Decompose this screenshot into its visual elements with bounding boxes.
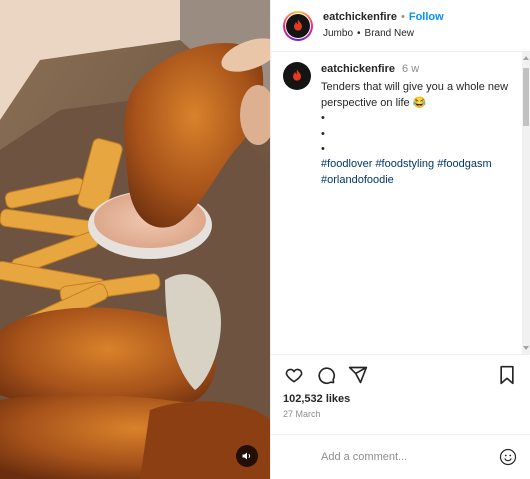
caption-bullet: • bbox=[321, 112, 325, 125]
caption-header: eatchickenfire 6 w bbox=[321, 62, 518, 77]
bookmark-icon[interactable] bbox=[496, 364, 518, 386]
scrollbar-thumb[interactable] bbox=[523, 68, 529, 126]
caption-avatar[interactable] bbox=[283, 62, 311, 90]
flame-icon bbox=[293, 69, 301, 81]
heart-icon[interactable] bbox=[283, 364, 305, 386]
scroll-up-icon[interactable] bbox=[523, 56, 529, 60]
action-bar bbox=[283, 355, 518, 395]
header-row: eatchickenfire • Follow bbox=[323, 11, 444, 24]
caption-bullet: • bbox=[321, 142, 325, 155]
hashtag-link[interactable]: #orlandofoodie bbox=[321, 174, 394, 186]
subtitle-separator: • bbox=[357, 27, 361, 39]
post-media[interactable] bbox=[0, 0, 270, 479]
subtitle-primary[interactable]: Jumbo bbox=[323, 28, 353, 40]
actions-area: 102,532 likes 27 March bbox=[271, 354, 530, 419]
comment-input[interactable] bbox=[319, 450, 498, 464]
profile-avatar[interactable] bbox=[283, 10, 313, 41]
header-separator: • bbox=[400, 11, 405, 24]
subtitle-secondary[interactable]: Brand New bbox=[365, 28, 414, 40]
emoji-icon[interactable] bbox=[498, 447, 518, 467]
comment-icon[interactable] bbox=[315, 364, 337, 386]
caption-text: Tenders that will give you a whole new p… bbox=[321, 81, 509, 109]
comment-box bbox=[271, 434, 530, 479]
post-sidebar: eatchickenfire • Follow Jumbo • Brand Ne… bbox=[270, 0, 530, 479]
caption: eatchickenfire 6 w Tenders that will giv… bbox=[283, 62, 518, 188]
header-username[interactable]: eatchickenfire bbox=[323, 11, 397, 24]
caption-time: 6 w bbox=[402, 63, 420, 75]
post-date: 27 March bbox=[283, 409, 321, 419]
speaker-icon bbox=[242, 452, 251, 460]
scroll-down-icon[interactable] bbox=[523, 346, 529, 350]
caption-bullet: • bbox=[321, 127, 325, 140]
food-photo bbox=[0, 0, 270, 479]
flame-icon bbox=[294, 18, 302, 31]
header-subtitle: Jumbo • Brand New bbox=[323, 28, 444, 40]
hashtag-link[interactable]: #foodstyling bbox=[375, 158, 434, 170]
caption-body: eatchickenfire 6 w Tenders that will giv… bbox=[321, 62, 518, 188]
share-icon[interactable] bbox=[347, 364, 369, 386]
caption-username[interactable]: eatchickenfire bbox=[321, 63, 395, 75]
post-header: eatchickenfire • Follow Jumbo • Brand Ne… bbox=[271, 0, 530, 52]
likes-count[interactable]: 102,532 likes bbox=[283, 393, 518, 405]
comments-section: eatchickenfire 6 w Tenders that will giv… bbox=[271, 52, 530, 354]
avatar-ring-inner bbox=[285, 12, 311, 39]
hashtag-link[interactable]: #foodlover bbox=[321, 158, 372, 170]
header-text: eatchickenfire • Follow Jumbo • Brand Ne… bbox=[323, 11, 444, 39]
post-dialog: eatchickenfire • Follow Jumbo • Brand Ne… bbox=[0, 0, 530, 479]
hashtags: #foodlover #foodstyling #foodgasm #orlan… bbox=[321, 157, 518, 188]
brand-logo-icon bbox=[286, 13, 310, 38]
follow-button[interactable]: Follow bbox=[409, 11, 444, 24]
hashtag-link[interactable]: #foodgasm bbox=[437, 158, 491, 170]
comments-scrollbar[interactable] bbox=[522, 52, 530, 354]
sound-toggle-button[interactable] bbox=[236, 445, 258, 467]
